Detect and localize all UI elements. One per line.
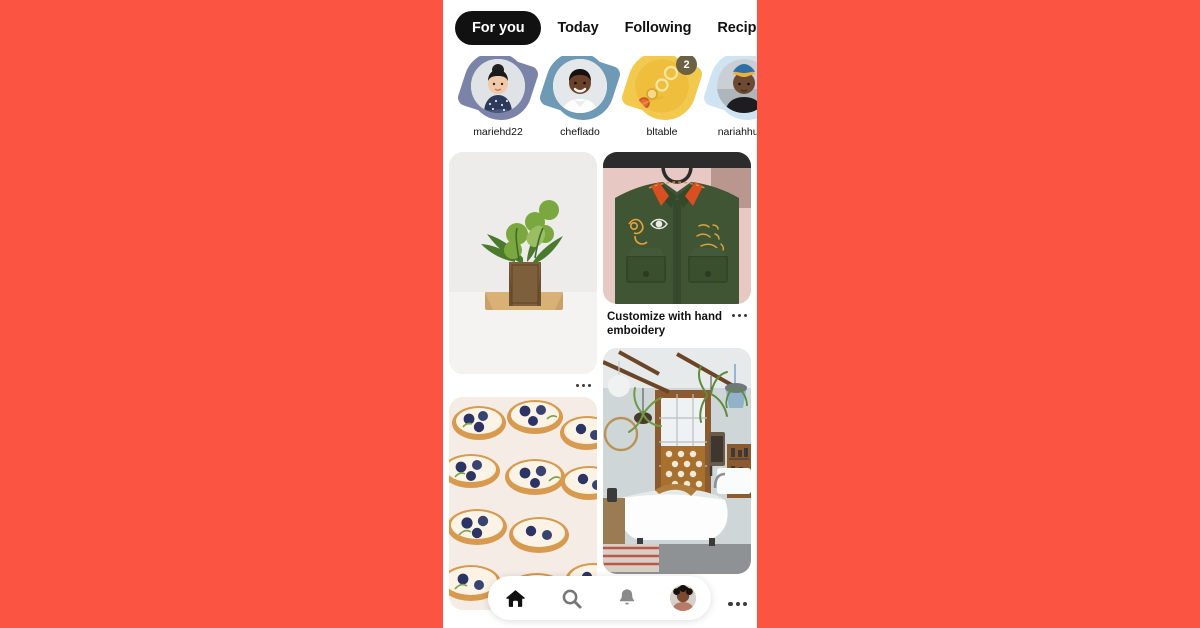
pin-image-green-floral-arrangement[interactable] [449, 152, 597, 374]
story-username: nariahhugh [717, 126, 757, 138]
tab-bar: For you Today Following Recipes [443, 0, 757, 56]
pin-more-options-icon[interactable] [731, 311, 747, 318]
story-username: mariehd22 [473, 126, 523, 138]
profile-avatar [670, 585, 697, 611]
bell-icon [616, 587, 638, 609]
tab-today[interactable]: Today [555, 20, 600, 36]
story-username: bltable [646, 126, 678, 138]
pin-image-green-denim-jacket[interactable] [603, 152, 751, 304]
pin-meta: Customize with hand emboidery [603, 304, 751, 342]
pin-title: Customize with hand emboidery [607, 311, 722, 337]
pin-card-embroidery[interactable]: Customize with hand emboidery [603, 152, 751, 342]
home-icon [504, 587, 527, 610]
story-item-mariehd22[interactable]: mariehd22 [457, 52, 539, 152]
pin-card-bathroom[interactable] [603, 348, 751, 575]
search-icon [560, 587, 583, 610]
story-item-cheflado[interactable]: cheflado [539, 52, 621, 152]
avatar [471, 59, 525, 113]
nav-home-button[interactable] [499, 581, 533, 615]
tab-for-you[interactable]: For you [455, 11, 542, 45]
story-ring [546, 52, 614, 120]
nav-search-button[interactable] [555, 581, 589, 615]
pin-more-options-icon[interactable] [575, 381, 591, 388]
pin-meta [449, 374, 597, 391]
story-item-nariahhugh[interactable]: nariahhugh [703, 52, 757, 152]
phone-frame: For you Today Following Recipes [443, 0, 757, 628]
pin-card-flowers[interactable] [449, 152, 597, 391]
story-ring [710, 52, 757, 120]
tab-recipes[interactable]: Recipes [715, 20, 757, 36]
avatar [553, 59, 607, 113]
tab-following[interactable]: Following [623, 20, 694, 36]
pin-column-left [449, 152, 597, 628]
story-unread-badge: 2 [676, 54, 697, 75]
pin-image-boho-bathroom[interactable] [603, 348, 751, 575]
story-username: cheflado [560, 126, 600, 138]
story-ring [464, 52, 532, 120]
story-row[interactable]: mariehd22 cheflado 2 bltable nariahhu [443, 52, 757, 152]
pin-feed[interactable]: Customize with hand emboidery [443, 152, 757, 628]
pin-column-right: Customize with hand emboidery [603, 152, 751, 628]
nav-more-options-icon[interactable] [728, 601, 747, 606]
bottom-navigation-bar[interactable] [488, 576, 711, 620]
nav-profile-button[interactable] [666, 581, 700, 615]
nav-notifications-button[interactable] [610, 581, 644, 615]
story-item-bltable[interactable]: 2 bltable [621, 52, 703, 152]
